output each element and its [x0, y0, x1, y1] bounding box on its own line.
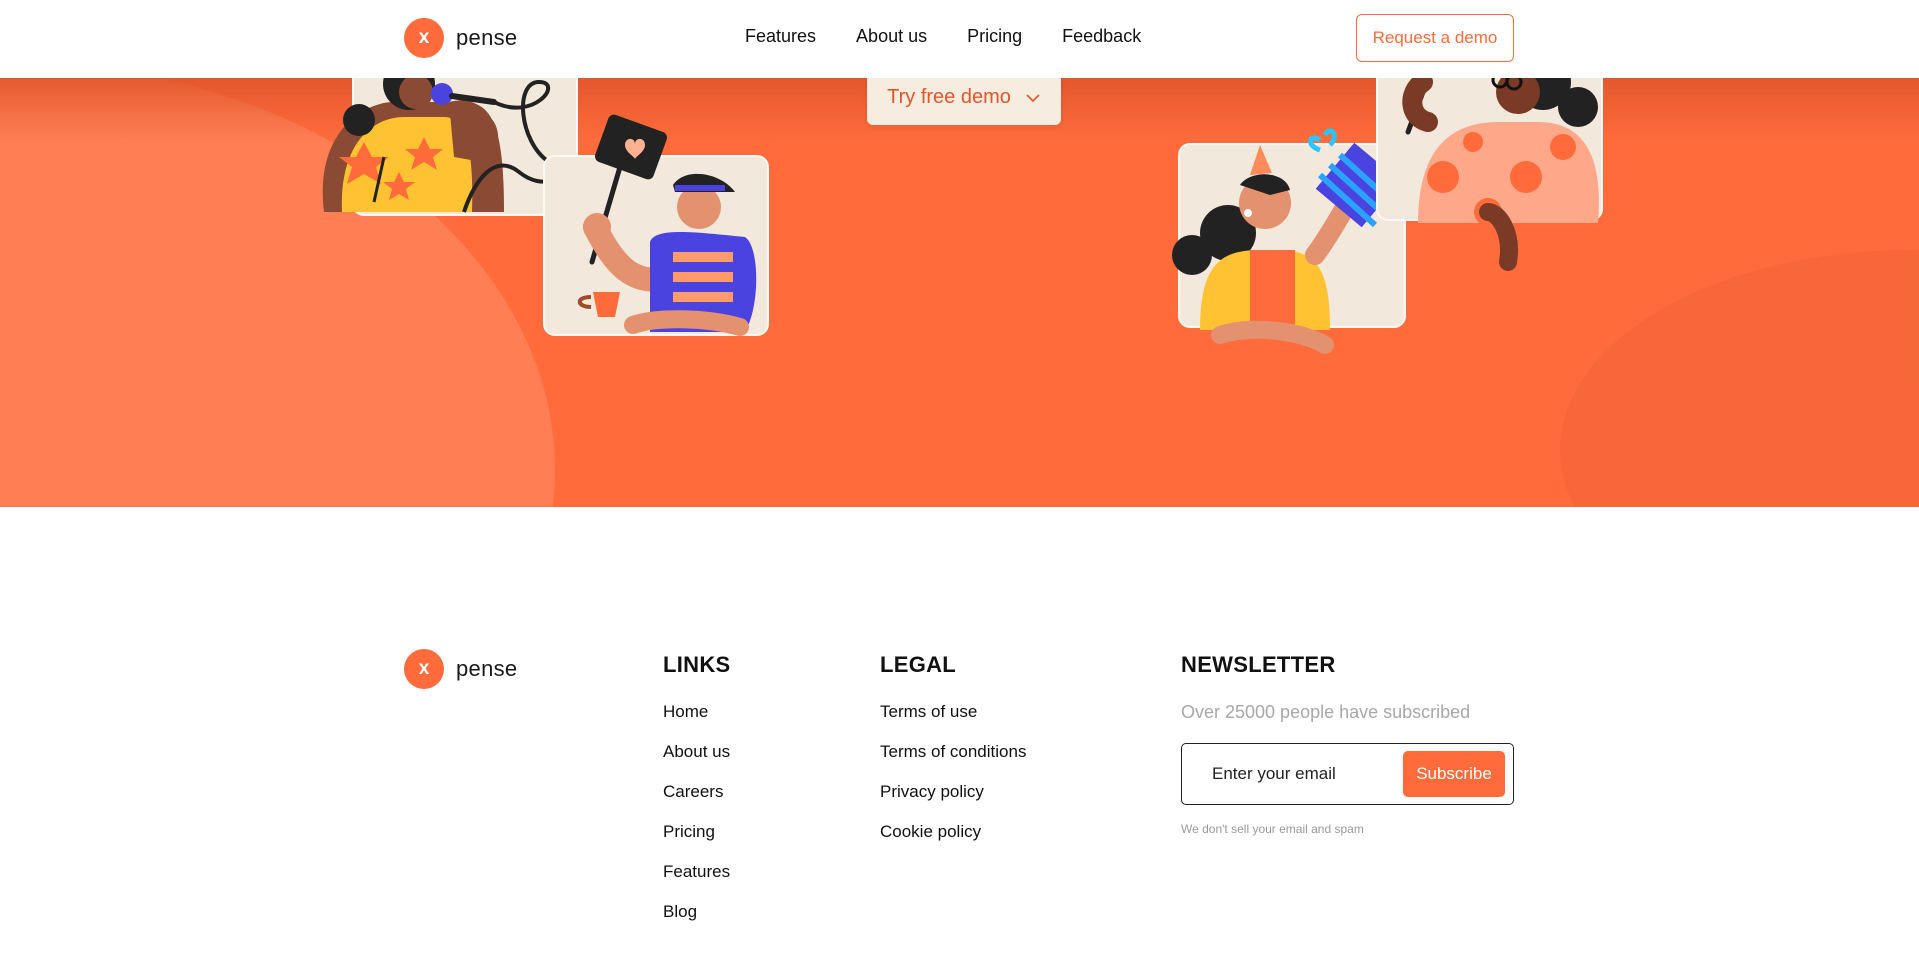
- footer-link-terms-of-conditions[interactable]: Terms of conditions: [880, 742, 1026, 761]
- nav-link-pricing[interactable]: Pricing: [967, 26, 1022, 47]
- footer-link-features[interactable]: Features: [663, 862, 730, 881]
- try-free-demo-button[interactable]: Try free demo: [867, 70, 1061, 125]
- footer-links-heading: LINKS: [663, 652, 731, 677]
- header-logo[interactable]: x pense: [404, 18, 517, 58]
- footer-link-careers[interactable]: Careers: [663, 782, 723, 801]
- newsletter-form: Subscribe: [1181, 743, 1514, 805]
- footer-logo[interactable]: x pense: [404, 649, 517, 689]
- request-demo-button[interactable]: Request a demo: [1356, 14, 1514, 62]
- logo-text: pense: [456, 25, 518, 50]
- try-free-demo-label: Try free demo: [887, 86, 1011, 108]
- footer-link-pricing[interactable]: Pricing: [663, 822, 715, 841]
- subscribe-button[interactable]: Subscribe: [1403, 751, 1505, 797]
- nav-link-feedback[interactable]: Feedback: [1062, 26, 1141, 47]
- footer-legal-column: LEGAL Terms of use Terms of conditions P…: [880, 652, 1026, 862]
- footer-link-home[interactable]: Home: [663, 702, 708, 721]
- footer-link-about-us[interactable]: About us: [663, 742, 730, 761]
- newsletter-heading: NEWSLETTER: [1181, 652, 1336, 677]
- logo-icon: x: [404, 18, 444, 58]
- footer-link-privacy-policy[interactable]: Privacy policy: [880, 782, 984, 801]
- footer-link-terms-of-use[interactable]: Terms of use: [880, 702, 977, 721]
- footer-legal-heading: LEGAL: [880, 652, 957, 677]
- hero-background-arc: [1560, 250, 1919, 507]
- footer-links-column: LINKS Home About us Careers Pricing Feat…: [663, 652, 731, 942]
- logo-text: pense: [456, 656, 518, 681]
- logo-icon: x: [404, 649, 444, 689]
- nav-link-features[interactable]: Features: [745, 26, 816, 47]
- footer-link-cookie-policy[interactable]: Cookie policy: [880, 822, 981, 841]
- footer-link-blog[interactable]: Blog: [663, 902, 697, 921]
- nav-link-about-us[interactable]: About us: [856, 26, 927, 47]
- main-nav: Features About us Pricing Feedback: [745, 26, 1141, 47]
- chevron-down-icon: [1026, 93, 1040, 102]
- spam-note: We don't sell your email and spam: [1181, 822, 1364, 836]
- footer-newsletter-column: NEWSLETTER Over 25000 people have subscr…: [1181, 652, 1514, 836]
- top-navbar: x pense Features About us Pricing Feedba…: [0, 0, 1919, 78]
- polka-dot-illustration: [1376, 49, 1603, 271]
- party-gift-illustration: [1172, 128, 1406, 354]
- heart-sign-illustration: [543, 114, 769, 336]
- subscriber-count-text: Over 25000 people have subscribed: [1181, 702, 1471, 722]
- email-input[interactable]: [1212, 758, 1402, 790]
